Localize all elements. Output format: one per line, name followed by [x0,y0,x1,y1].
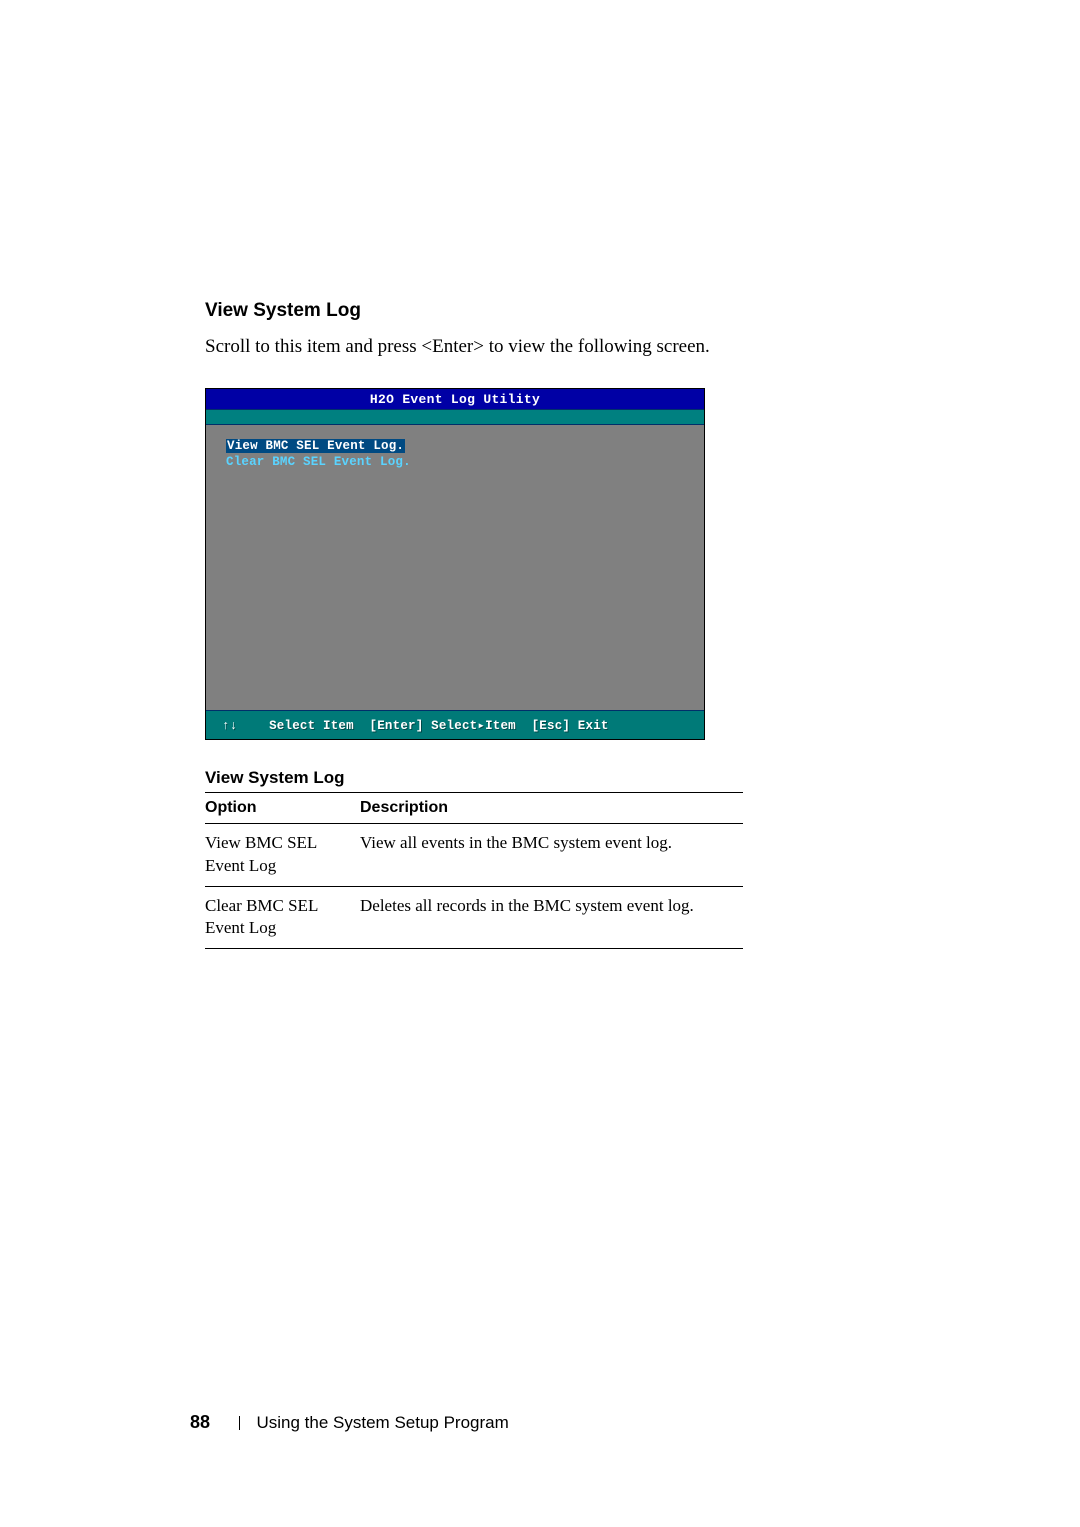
td-option: Clear BMC SEL Event Log [205,886,360,949]
bios-hint-enter: [Enter] Select▸Item [370,719,516,733]
footer-section: Using the System Setup Program [257,1413,509,1432]
table-caption: View System Log [205,768,875,788]
bios-title: H2O Event Log Utility [206,389,704,409]
arrows-icon: ↑↓ [222,719,237,733]
bios-screenshot: H2O Event Log Utility View BMC SEL Event… [205,388,705,740]
page-number: 88 [190,1412,210,1432]
intro-text: Scroll to this item and press <Enter> to… [205,334,875,360]
bios-menu-view-log[interactable]: View BMC SEL Event Log. [226,439,405,453]
td-description: Deletes all records in the BMC system ev… [360,886,743,949]
options-table: Option Description View BMC SEL Event Lo… [205,792,743,950]
page: View System Log Scroll to this item and … [0,0,1080,1527]
td-option: View BMC SEL Event Log [205,823,360,886]
bios-hint-select: Select Item [269,719,354,733]
table-row: View BMC SEL Event Log View all events i… [205,823,743,886]
section-heading: View System Log [205,300,875,322]
table-header-row: Option Description [205,792,743,823]
table-row: Clear BMC SEL Event Log Deletes all reco… [205,886,743,949]
td-description: View all events in the BMC system event … [360,823,743,886]
bios-tab-strip [206,409,704,425]
bios-menu-clear-log[interactable]: Clear BMC SEL Event Log. [226,455,411,469]
bios-hint-esc: [Esc] Exit [532,719,609,733]
page-footer: 88 Using the System Setup Program [190,1412,509,1433]
bios-body: View BMC SEL Event Log. Clear BMC SEL Ev… [206,425,704,711]
bios-footer: ↑↓ Select Item [Enter] Select▸Item [Esc]… [206,711,704,739]
footer-separator [239,1416,240,1430]
th-description: Description [360,792,743,823]
th-option: Option [205,792,360,823]
